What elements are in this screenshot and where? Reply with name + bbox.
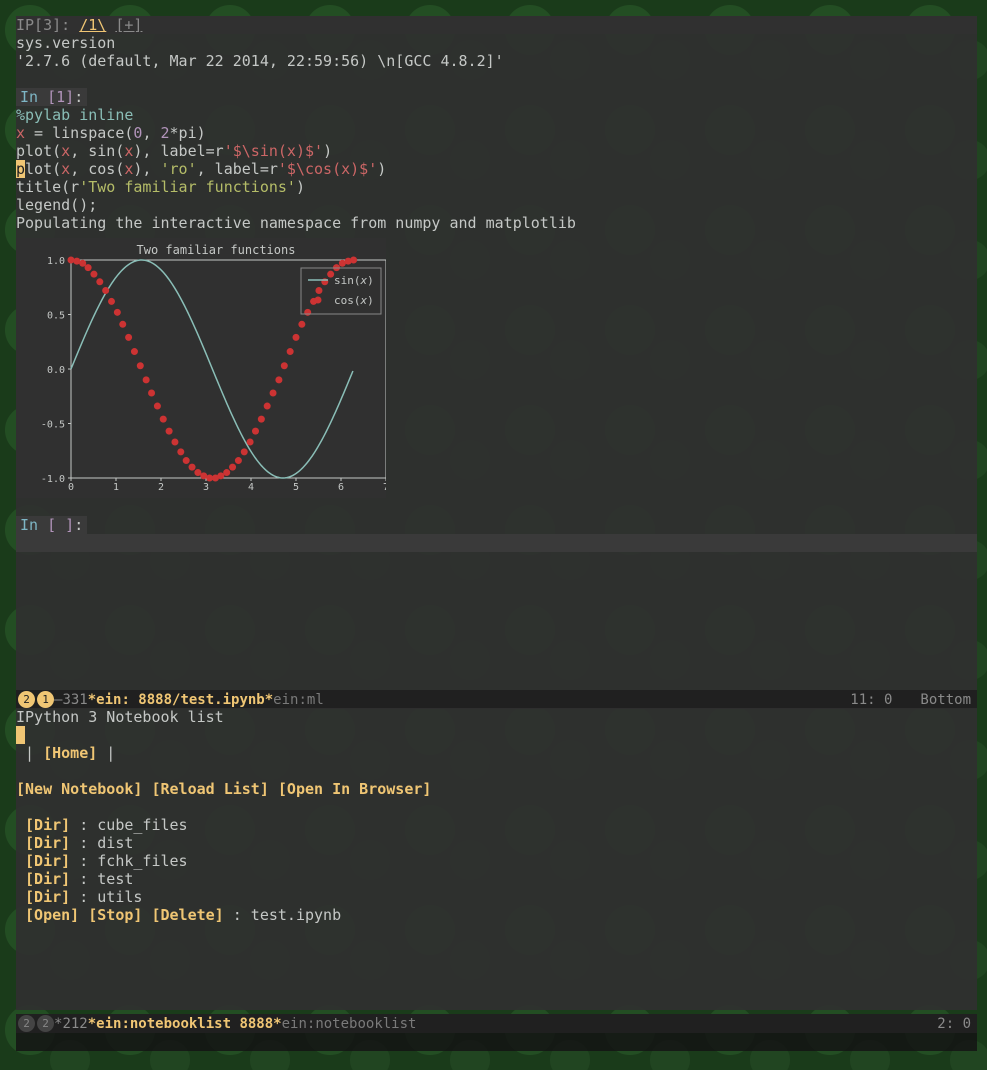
svg-text:-1.0: -1.0 [41, 474, 65, 485]
svg-text:7: 7 [383, 482, 386, 493]
list-item: [Dir] : test [16, 870, 977, 888]
modeline-bottom: 2 2 * 212 *ein:notebooklist 8888* ein:no… [16, 1014, 977, 1033]
scroll-pos: Bottom [920, 692, 971, 708]
major-mode: ein:ml [273, 692, 324, 708]
svg-text:0.0: 0.0 [47, 365, 65, 376]
cell-2-prompt: In [ ]: [16, 516, 87, 534]
tab-prefix: IP[3]: [16, 16, 70, 34]
cell-1-line-5[interactable]: title(r'Two familiar functions') [16, 178, 977, 196]
major-mode-2: ein:notebooklist [282, 1016, 417, 1032]
tab-active[interactable]: /1\ [79, 16, 106, 34]
minibuffer[interactable] [16, 1033, 977, 1051]
svg-text:4: 4 [248, 482, 254, 493]
svg-text:sin(x): sin(x) [334, 274, 374, 287]
list-item: [Dir] : dist [16, 834, 977, 852]
cell-1-line-6[interactable]: legend(); [16, 196, 977, 214]
nblist-title: IPython 3 Notebook list [16, 708, 977, 726]
buffer-name[interactable]: *ein: 8888/test.ipynb* [88, 692, 273, 708]
open-in-browser-button[interactable]: [Open In Browser] [278, 780, 432, 798]
dir-link[interactable]: [Dir] [25, 870, 70, 888]
svg-text:1.0: 1.0 [47, 256, 65, 267]
buffer-name-2[interactable]: *ein:notebooklist 8888* [88, 1016, 282, 1032]
cursor-position: 11: 0 [850, 692, 892, 708]
cell-1-line-1[interactable]: %pylab inline [16, 106, 977, 124]
cell-1-line-2[interactable]: x = linspace(0, 2*pi) [16, 124, 977, 142]
svg-text:0.5: 0.5 [47, 311, 65, 322]
new-notebook-button[interactable]: [New Notebook] [16, 780, 142, 798]
delete-link[interactable]: [Delete] [151, 906, 223, 924]
window-badge-1: 2 [18, 691, 35, 708]
svg-text:0: 0 [68, 482, 74, 493]
cell-1-output-text: Populating the interactive namespace fro… [16, 214, 977, 232]
dir-link[interactable]: [Dir] [25, 834, 70, 852]
cell-2-body[interactable] [16, 534, 977, 552]
cell-1-prompt: In [1]: [16, 88, 87, 106]
matplotlib-chart: Two familiar functions -1.0 -0.5 0.0 0.5 1.0… [16, 238, 386, 498]
notebooklist-pane: IPython 3 Notebook list | [Home] | [New … [16, 708, 977, 1010]
modeline-top: 2 1 — 331 *ein: 8888/test.ipynb* ein:ml … [16, 690, 977, 709]
cursor-position-2: 2: 0 [937, 1016, 971, 1032]
list-item: [Open] [Stop] [Delete] : test.ipynb [16, 906, 977, 924]
dir-link[interactable]: [Dir] [25, 816, 70, 834]
svg-text:Two familiar functions: Two familiar functions [137, 243, 296, 257]
svg-text:5: 5 [293, 482, 299, 493]
cursor: p [16, 160, 25, 178]
window-badge-2: 1 [37, 691, 54, 708]
open-link[interactable]: [Open] [25, 906, 79, 924]
list-item: [Dir] : cube_files [16, 816, 977, 834]
window-badge-4: 2 [37, 1015, 54, 1032]
svg-text:cos(x): cos(x) [334, 294, 374, 307]
svg-text:3: 3 [203, 482, 209, 493]
window-badge-3: 2 [18, 1015, 35, 1032]
reload-list-button[interactable]: [Reload List] [151, 780, 268, 798]
svg-text:6: 6 [338, 482, 344, 493]
tab-bar: IP[3]: /1\ [+] [16, 16, 977, 34]
svg-text:-0.5: -0.5 [41, 420, 65, 431]
tab-add[interactable]: [+] [115, 16, 142, 34]
list-item: [Dir] : fchk_files [16, 852, 977, 870]
dir-link[interactable]: [Dir] [25, 852, 70, 870]
file-list: [Dir] : cube_files [Dir] : dist [Dir] : … [16, 816, 977, 924]
stop-link[interactable]: [Stop] [88, 906, 142, 924]
cell-1-line-4[interactable]: plot(x, cos(x), 'ro', label=r'$\cos(x)$'… [16, 160, 977, 178]
cursor-2 [16, 726, 25, 744]
notebook-editor-pane: IP[3]: /1\ [+] sys.version '2.7.6 (defau… [16, 16, 977, 690]
home-link[interactable]: [Home] [43, 744, 97, 762]
dir-link[interactable]: [Dir] [25, 888, 70, 906]
list-item: [Dir] : utils [16, 888, 977, 906]
cell-1-line-3[interactable]: plot(x, sin(x), label=r'$\sin(x)$') [16, 142, 977, 160]
svg-text:1: 1 [113, 482, 119, 493]
cell-0-output: '2.7.6 (default, Mar 22 2014, 22:59:56) … [16, 52, 977, 70]
svg-text:2: 2 [158, 482, 164, 493]
cell-0-code[interactable]: sys.version [16, 34, 977, 52]
